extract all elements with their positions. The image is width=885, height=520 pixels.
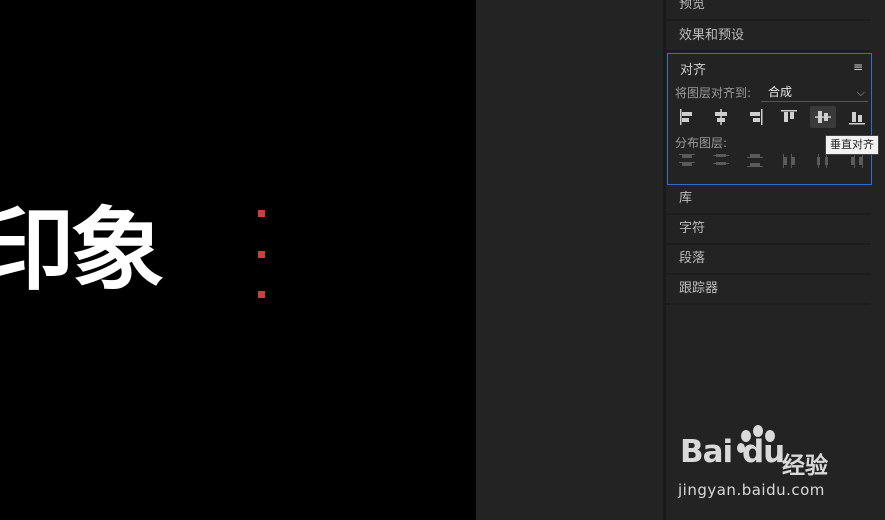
section-tracker[interactable]: 跟踪器	[666, 275, 871, 305]
align-buttons-row	[668, 106, 873, 130]
section-preview[interactable]: 预览	[666, 0, 871, 21]
tooltip: 垂直对齐	[825, 135, 879, 155]
align-left-icon[interactable]	[674, 106, 700, 128]
hamburger-menu-icon[interactable]: ≡	[853, 60, 863, 74]
section-effects-presets-label: 效果和预设	[679, 28, 745, 43]
section-paragraph[interactable]: 段落	[666, 245, 871, 275]
selection-handle-top[interactable]	[258, 210, 265, 217]
section-character-label: 字符	[679, 221, 706, 236]
align-vertical-center-icon[interactable]	[810, 106, 836, 128]
section-preview-label: 预览	[679, 0, 706, 12]
selection-handle-bottom[interactable]	[258, 291, 265, 298]
align-horizontal-center-icon[interactable]	[708, 106, 734, 128]
align-to-select[interactable]: 合成 ⌵	[761, 84, 868, 102]
section-paragraph-label: 段落	[679, 251, 706, 266]
align-bottom-icon[interactable]	[844, 106, 870, 128]
watermark-cn: 经验	[782, 453, 828, 479]
align-top-icon[interactable]	[776, 106, 802, 128]
distribute-left-icon[interactable]	[776, 150, 802, 172]
distribute-bottom-icon[interactable]	[742, 150, 768, 172]
section-libraries-label: 库	[679, 191, 693, 206]
workspace-gutter	[476, 0, 663, 520]
section-tracker-label: 跟踪器	[679, 281, 719, 296]
chevron-down-icon: ⌵	[856, 86, 865, 99]
section-libraries[interactable]: 库	[666, 185, 871, 215]
distribute-top-icon[interactable]	[674, 150, 700, 172]
selection-handle-middle[interactable]	[258, 251, 265, 258]
watermark-url: jingyan.baidu.com	[678, 481, 825, 499]
align-to-value: 合成	[768, 85, 793, 99]
align-panel-title[interactable]: 对齐	[680, 59, 706, 78]
paw-logo-icon	[737, 425, 775, 453]
section-character[interactable]: 字符	[666, 215, 871, 245]
baidu-jingyan-watermark: Bai du 经验 jingyan.baidu.com	[676, 424, 881, 504]
section-effects-presets[interactable]: 效果和预设	[666, 22, 871, 52]
align-to-label: 将图层对齐到:	[675, 86, 752, 100]
align-panel: 对齐 ≡ 将图层对齐到: 合成 ⌵ 分布图层:	[667, 53, 872, 185]
distribute-vertical-center-icon[interactable]	[708, 150, 734, 172]
composition-canvas[interactable]: 印象	[0, 0, 476, 520]
canvas-text-layer[interactable]: 印象	[0, 196, 165, 306]
align-right-icon[interactable]	[742, 106, 768, 128]
distribute-label: 分布图层:	[675, 136, 728, 150]
